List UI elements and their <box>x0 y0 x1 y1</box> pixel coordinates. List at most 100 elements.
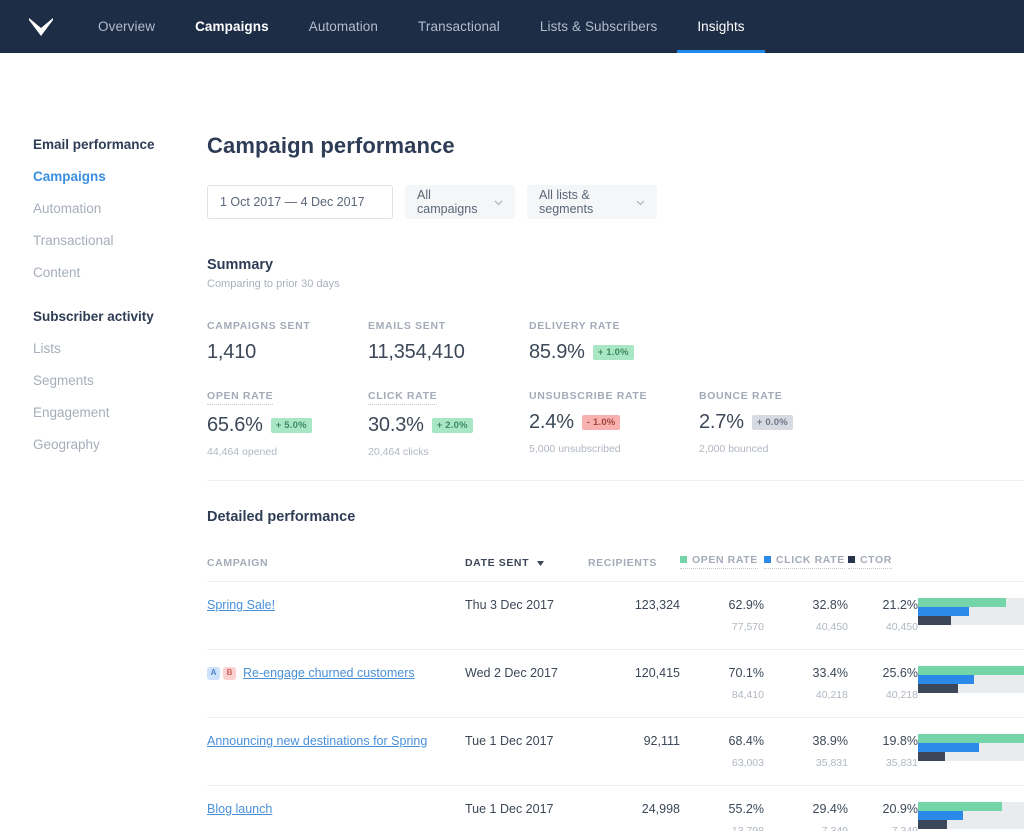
metric-label[interactable]: OPEN RATE <box>207 390 274 405</box>
metric-label: EMAILS SENT <box>368 320 446 332</box>
cell-rate-value: 55.2% <box>728 802 764 816</box>
metric-value: 2.7% <box>699 411 744 433</box>
cell-click-rate: 38.9% 35,831 <box>764 718 848 786</box>
metric-value: 11,354,410 <box>368 341 465 363</box>
table-row: Blog launch Tue 1 Dec 2017 24,998 55.2% 13,7… <box>207 785 1024 831</box>
bar-track <box>918 734 1024 761</box>
cell-rate-value: 29.4% <box>812 802 848 816</box>
cell-date-sent: Thu 3 Dec 2017 <box>465 598 554 612</box>
metric-click-rate: CLICK RATE 30.3% + 2.0% 20,464 clicks <box>368 386 529 458</box>
sidebar-item-lists[interactable]: Lists <box>33 341 207 356</box>
ab-badge-a: A <box>207 666 220 680</box>
nav-item-lists-subscribers[interactable]: Lists & Subscribers <box>520 0 677 53</box>
cell-campaign: Announcing new destinations for Spring <box>207 718 465 786</box>
section-divider <box>207 480 1024 481</box>
cell-rate-count: 40,450 <box>885 621 918 633</box>
status-badge: + 2.0% <box>431 418 473 433</box>
metric-emails-sent: EMAILS SENT 11,354,410 <box>368 316 529 364</box>
cell-performance-bars <box>918 786 1024 831</box>
nav-item-automation[interactable]: Automation <box>289 0 398 53</box>
column-header-click-rate[interactable]: CLICK RATE <box>764 554 848 582</box>
sidebar-item-automation[interactable]: Automation <box>33 201 207 216</box>
table-row: Announcing new destinations for Spring Tu… <box>207 717 1024 786</box>
metric-value: 1,410 <box>207 341 257 363</box>
page-title: Campaign performance <box>207 133 455 158</box>
metric-label[interactable]: CLICK RATE <box>368 390 438 405</box>
column-header-recipients[interactable]: RECIPIENTS <box>588 554 680 582</box>
metric-note: 20,464 clicks <box>368 446 429 458</box>
campaign-filter-dropdown[interactable]: All campaigns <box>405 185 515 219</box>
cell-rate-value: 62.9% <box>728 598 764 612</box>
campaign-link[interactable]: Announcing new destinations for Spring <box>207 734 427 748</box>
metric-note: 5,000 unsubscribed <box>529 443 621 455</box>
nav-item-automation-label: Automation <box>308 19 379 34</box>
column-header-date-sent-label: DATE SENT <box>465 556 530 569</box>
date-range-value: 1 Oct 2017 — 4 Dec 2017 <box>220 195 365 209</box>
ab-test-badges: AB <box>207 666 236 680</box>
column-header-date-sent[interactable]: DATE SENT <box>465 554 588 582</box>
cell-rate-count: 13,798 <box>731 825 764 831</box>
cell-rate-value: 25.6% <box>882 666 918 680</box>
summary-section: Summary Comparing to prior 30 days CAMPA… <box>207 257 1024 458</box>
bar-ctor <box>918 820 947 829</box>
metric-campaigns-sent: CAMPAIGNS SENT 1,410 <box>207 316 368 364</box>
cell-recipients: 123,324 <box>634 598 680 612</box>
column-header-campaign[interactable]: CAMPAIGN <box>207 554 465 582</box>
summary-metrics-row-1: CAMPAIGNS SENT 1,410 EMAILS SENT 11,354,… <box>207 316 1024 364</box>
sidebar-item-transactional[interactable]: Transactional <box>33 233 207 248</box>
sidebar-item-geography[interactable]: Geography <box>33 437 207 452</box>
date-range-input[interactable]: 1 Oct 2017 — 4 Dec 2017 <box>207 185 393 219</box>
column-header-ctor[interactable]: CTOR <box>848 554 918 582</box>
bar-open-rate <box>918 666 1024 675</box>
cell-campaign: Spring Sale! <box>207 582 465 650</box>
sidebar-item-content[interactable]: Content <box>33 265 207 280</box>
bar-click-rate <box>918 675 975 684</box>
detailed-performance-table: CAMPAIGN DATE SENT RECIPIENTS OPEN RATE <box>207 554 1024 831</box>
cell-rate-value: 70.1% <box>728 666 764 680</box>
campaign-link[interactable]: Spring Sale! <box>207 598 275 612</box>
sidebar-item-campaigns[interactable]: Campaigns <box>33 169 207 184</box>
nav-item-overview-label: Overview <box>98 19 156 34</box>
sidebar-item-segments[interactable]: Segments <box>33 373 207 388</box>
cell-rate-count: 40,450 <box>815 621 848 633</box>
cell-open-rate: 62.9% 77,570 <box>680 582 764 650</box>
table-body: Spring Sale! Thu 3 Dec 2017 123,324 62.9% 77… <box>207 581 1024 831</box>
main-content: Campaign performance 1 Oct 2017 — 4 Dec … <box>207 53 1024 831</box>
metric-open-rate: OPEN RATE 65.6% + 5.0% 44,464 opened <box>207 386 368 458</box>
cell-rate-value: 33.4% <box>812 666 848 680</box>
campaign-link[interactable]: Re-engage churned customers <box>243 666 415 680</box>
metric-label: BOUNCE RATE <box>699 390 783 402</box>
nav-item-transactional[interactable]: Transactional <box>398 0 520 53</box>
cell-rate-value: 32.8% <box>812 598 848 612</box>
status-badge: + 0.0% <box>751 415 793 430</box>
campaign-link[interactable]: Blog launch <box>207 802 272 816</box>
cell-open-rate: 70.1% 84,410 <box>680 650 764 718</box>
lists-filter-dropdown[interactable]: All lists & segments <box>527 185 657 219</box>
status-badge: + 1.0% <box>592 345 634 360</box>
bar-track <box>918 802 1024 829</box>
app-logo[interactable] <box>28 0 78 53</box>
ab-badge-b: B <box>223 666 236 680</box>
cell-open-rate: 68.4% 63,003 <box>680 718 764 786</box>
cell-rate-value: 20.9% <box>882 802 918 816</box>
sidebar-group-email-performance: Email performance <box>33 137 155 152</box>
cell-rate-value: 68.4% <box>728 734 764 748</box>
nav-item-overview[interactable]: Overview <box>78 0 175 53</box>
cell-performance-bars <box>918 582 1024 650</box>
cell-click-rate: 33.4% 40,218 <box>764 650 848 718</box>
bar-click-rate <box>918 607 969 616</box>
cell-campaign: Blog launch <box>207 786 465 831</box>
bar-ctor <box>918 616 951 625</box>
cell-date-sent: Wed 2 Dec 2017 <box>465 666 558 680</box>
table-row: Spring Sale! Thu 3 Dec 2017 123,324 62.9% 77… <box>207 581 1024 650</box>
top-navigation-bar: Overview Campaigns Automation Transactio… <box>0 0 1024 53</box>
chevron-down-icon <box>494 195 503 209</box>
column-header-open-rate[interactable]: OPEN RATE <box>680 554 764 582</box>
ctor-legend-swatch-icon <box>848 556 855 563</box>
nav-item-campaigns[interactable]: Campaigns <box>175 0 289 53</box>
nav-item-insights[interactable]: Insights <box>677 0 765 53</box>
summary-subtitle: Comparing to prior 30 days <box>207 278 340 290</box>
metric-unsubscribe-rate: UNSUBSCRIBE RATE 2.4% - 1.0% 5,000 unsub… <box>529 386 699 458</box>
metric-delivery-rate: DELIVERY RATE 85.9% + 1.0% <box>529 316 699 364</box>
sidebar-item-engagement[interactable]: Engagement <box>33 405 207 420</box>
